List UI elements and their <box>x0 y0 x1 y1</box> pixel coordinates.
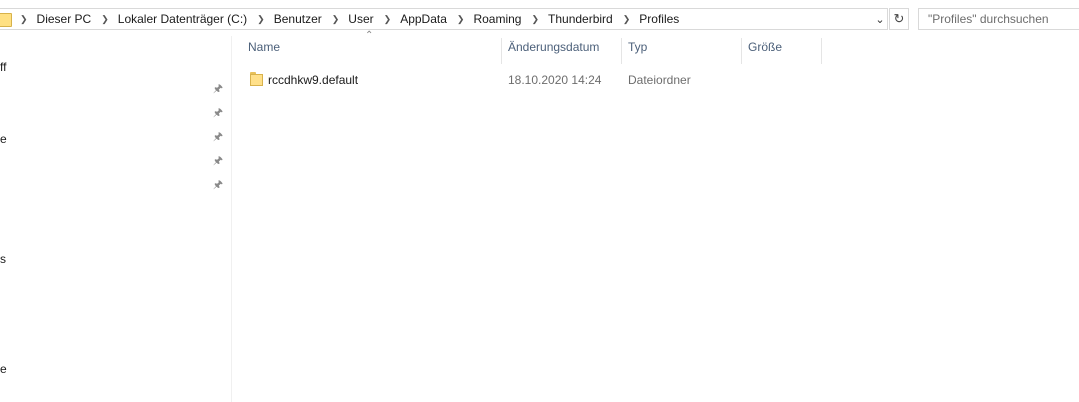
column-header-size[interactable]: Größe <box>748 40 782 54</box>
chevron-right-icon[interactable]: ❯ <box>384 14 392 25</box>
folder-body <box>250 74 263 86</box>
breadcrumb-item-profiles[interactable]: Profiles <box>639 12 679 26</box>
pin-icon[interactable]: 🖈 <box>212 82 224 96</box>
column-divider[interactable] <box>741 38 742 64</box>
breadcrumb-item-users[interactable]: Benutzer <box>274 12 322 26</box>
pin-icon[interactable]: 🖈 <box>212 106 224 120</box>
column-header-type[interactable]: Typ <box>628 40 647 54</box>
pin-icon[interactable]: 🖈 <box>212 178 224 192</box>
chevron-right-icon[interactable]: ❯ <box>20 14 28 25</box>
column-divider[interactable] <box>821 38 822 64</box>
chevron-right-icon[interactable]: ❯ <box>332 14 340 25</box>
chevron-right-icon[interactable]: ❯ <box>101 14 109 25</box>
chevron-right-icon[interactable]: ❯ <box>457 14 465 25</box>
pin-icon[interactable]: 🖈 <box>212 154 224 168</box>
breadcrumb-item-this-pc[interactable]: Dieser PC <box>37 12 92 26</box>
sort-ascending-icon: ⌃ <box>365 30 374 41</box>
file-type: Dateiordner <box>628 73 691 87</box>
address-bar[interactable]: ❯ Dieser PC ❯ Lokaler Datenträger (C:) ❯… <box>0 8 888 30</box>
breadcrumb-item-thunderbird[interactable]: Thunderbird <box>548 12 613 26</box>
file-name[interactable]: rccdhkw9.default <box>268 73 358 87</box>
chevron-right-icon[interactable]: ❯ <box>257 14 265 25</box>
breadcrumb: ❯ Dieser PC ❯ Lokaler Datenträger (C:) ❯… <box>0 9 689 29</box>
column-header-date[interactable]: Änderungsdatum <box>508 40 599 54</box>
breadcrumb-item-appdata[interactable]: AppData <box>400 12 447 26</box>
nav-item-label[interactable]: ff <box>0 60 6 74</box>
chevron-right-icon[interactable]: ❯ <box>531 14 539 25</box>
breadcrumb-item-user[interactable]: User <box>348 12 373 26</box>
column-divider[interactable] <box>501 38 502 64</box>
navigation-pane: ff e s e 🖈 🖈 🖈 🖈 🖈 <box>0 36 232 402</box>
search-input[interactable]: "Profiles" durchsuchen <box>918 8 1079 30</box>
file-date: 18.10.2020 14:24 <box>508 73 602 87</box>
breadcrumb-item-roaming[interactable]: Roaming <box>473 12 521 26</box>
chevron-right-icon[interactable]: ❯ <box>623 14 631 25</box>
nav-item-label[interactable]: s <box>0 252 6 266</box>
refresh-icon: ↻ <box>893 11 905 26</box>
refresh-button[interactable]: ↻ <box>889 8 909 30</box>
breadcrumb-item-local-disk[interactable]: Lokaler Datenträger (C:) <box>118 12 247 26</box>
chevron-down-icon[interactable]: ⌄ <box>873 11 887 27</box>
nav-item-label[interactable]: e <box>0 362 7 376</box>
pin-icon[interactable]: 🖈 <box>212 130 224 144</box>
column-header-name[interactable]: Name <box>248 40 280 54</box>
folder-icon <box>250 72 263 86</box>
nav-item-label[interactable]: e <box>0 132 7 146</box>
column-divider[interactable] <box>621 38 622 64</box>
